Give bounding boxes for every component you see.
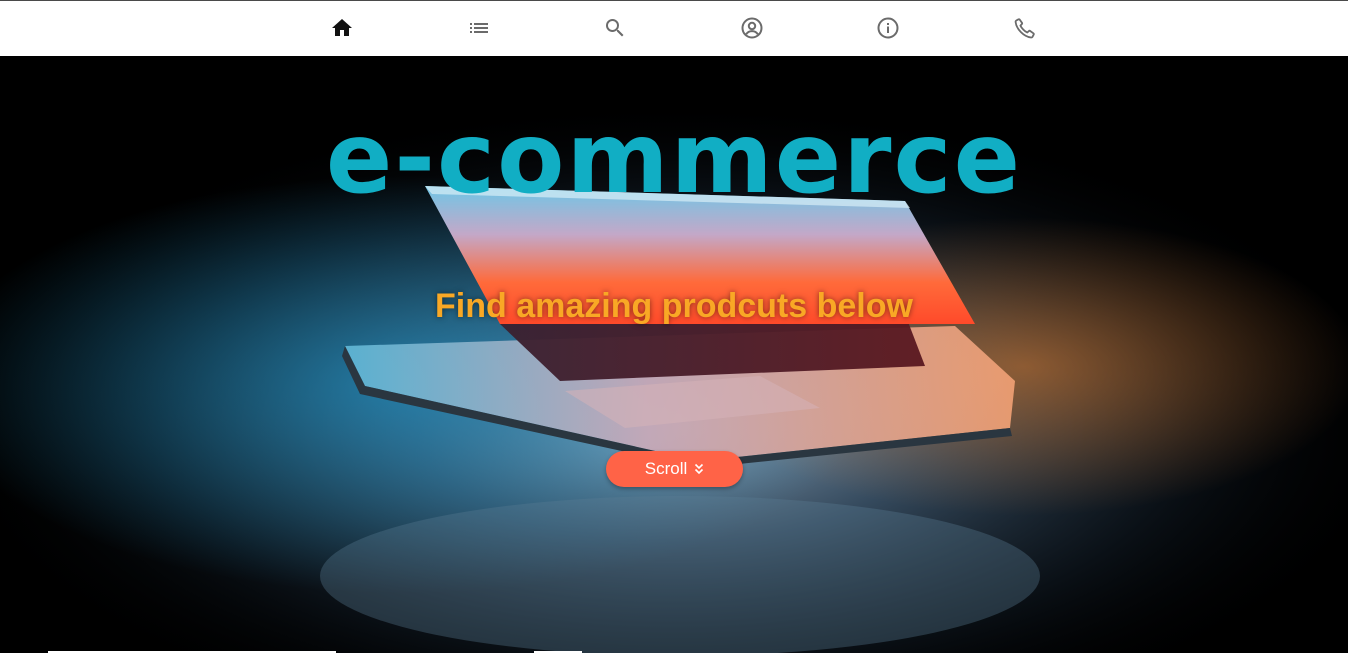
hero-title: e-commerce [325, 102, 1023, 216]
nav-about-button[interactable] [873, 13, 903, 43]
info-icon [877, 17, 899, 39]
scroll-button[interactable]: Scroll [606, 451, 743, 487]
nav-search-button[interactable] [600, 13, 630, 43]
hero-subtitle: Find amazing prodcuts below [435, 287, 913, 325]
nav-contact-button[interactable] [1010, 13, 1040, 43]
list-icon [470, 23, 488, 33]
scroll-button-label: Scroll [644, 459, 688, 478]
nav-products-button[interactable] [464, 13, 494, 43]
nav-home-button[interactable] [327, 13, 357, 43]
hero-section: e-commerce Find amazing prodcuts below S… [0, 56, 1348, 653]
search-icon [606, 19, 624, 37]
nav-account-button[interactable] [737, 13, 767, 43]
phone-icon [1014, 18, 1035, 39]
double-chevron-down-icon [695, 463, 704, 475]
home-icon [332, 19, 352, 36]
account-icon [741, 17, 763, 39]
top-navigation-bar [0, 0, 1348, 56]
